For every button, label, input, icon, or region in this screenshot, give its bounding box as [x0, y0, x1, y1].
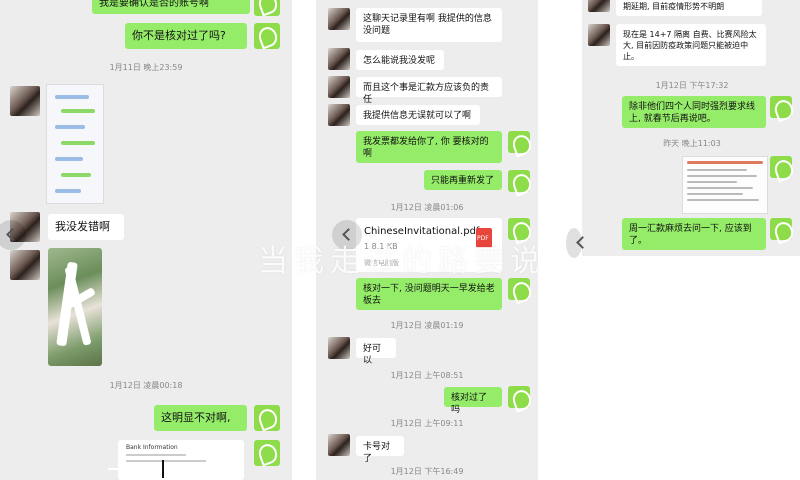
text-cursor [162, 460, 164, 478]
wechat-green-icon[interactable] [770, 96, 792, 118]
message-bubble[interactable]: 你不是核对过了吗? [125, 23, 247, 49]
timestamp: 1月12日 上午08:51 [390, 371, 464, 380]
wechat-green-icon[interactable] [254, 23, 280, 49]
timestamp: 1月12日 凌晨00:18 [109, 381, 183, 390]
message-bubble[interactable]: 卡号对了 [356, 436, 404, 464]
wechat-green-icon[interactable] [508, 386, 530, 408]
message-bubble[interactable]: 只能再重新发了 [424, 170, 502, 190]
wechat-green-icon[interactable] [508, 278, 530, 300]
message-bubble[interactable]: 周一汇款麻烦去问一下, 应该到了。 [622, 218, 766, 250]
avatar[interactable] [588, 0, 610, 12]
message-bubble[interactable]: 这明显不对啊, [154, 405, 247, 431]
wechat-green-icon[interactable] [770, 218, 792, 240]
wechat-green-icon[interactable] [254, 0, 280, 16]
message-bubble[interactable]: 期延期, 目前疫情形势不明朗 [616, 0, 762, 16]
card-title: Bank Information [126, 444, 178, 451]
timestamp: 1月11日 晚上23:59 [109, 63, 183, 72]
wechat-green-icon[interactable] [508, 170, 530, 192]
chevron-left-icon[interactable] [0, 220, 26, 250]
message-bubble[interactable]: 这聊天记录里有啊 我提供的信息没问题 [356, 8, 502, 42]
wechat-green-icon[interactable] [254, 405, 280, 431]
timestamp: 昨天 晚上11:03 [663, 139, 721, 148]
timestamp: 1月12日 下午16:49 [390, 467, 464, 476]
wechat-green-icon[interactable] [770, 156, 792, 178]
avatar[interactable] [328, 434, 350, 456]
timestamp: 1月12日 下午17:32 [655, 81, 729, 90]
bank-info-card[interactable]: Bank Information [118, 440, 244, 480]
message-bubble[interactable]: 核对一下, 没问题明天一早发给老板去 [356, 278, 502, 310]
message-bubble[interactable]: 怎么能说我没发呢 [356, 50, 444, 70]
watermark: 当我走过的路要说 [258, 244, 546, 279]
message-bubble[interactable]: 好可以 [356, 338, 396, 366]
timestamp: 1月12日 凌晨01:06 [390, 203, 464, 212]
chevron-left-icon[interactable] [566, 228, 582, 258]
avatar[interactable] [328, 8, 350, 30]
timestamp: 1月12日 凌晨01:19 [390, 321, 464, 330]
photo-thumbnail[interactable] [48, 248, 102, 366]
message-bubble[interactable]: 现在是 14+7 隔离 自费、比赛风险太大, 目前因防疫政策问题只能被迫中止。 [616, 24, 766, 66]
avatar[interactable] [328, 337, 350, 359]
message-bubble[interactable]: 而且这个事是汇款方应该负的责任 [356, 77, 502, 105]
chat-panel-3: 期延期, 目前疫情形势不明朗 现在是 14+7 隔离 自费、比赛风险太大, 目前… [582, 0, 800, 256]
message-bubble[interactable]: 我发票都发给你了, 你 要核对的啊 [356, 131, 502, 163]
avatar[interactable] [328, 104, 350, 126]
message-bubble[interactable]: 我提供信息无误就可以了啊 [356, 105, 480, 125]
caret-line [108, 468, 158, 470]
avatar[interactable] [588, 24, 610, 46]
wechat-green-icon[interactable] [254, 440, 280, 466]
timestamp: 1月12日 上午09:11 [390, 419, 464, 428]
chat-panel-1: 我是要确认是否的账号啊 你不是核对过了吗? 1月11日 晚上23:59 我没发错… [0, 0, 292, 480]
avatar[interactable] [10, 250, 40, 280]
avatar[interactable] [10, 86, 40, 116]
avatar[interactable] [328, 48, 350, 70]
avatar[interactable] [328, 76, 350, 98]
message-bubble[interactable]: 我是要确认是否的账号啊 [92, 0, 250, 14]
message-bubble[interactable]: 核对过了吗 [444, 387, 502, 415]
wechat-green-icon[interactable] [508, 131, 530, 153]
message-bubble[interactable]: 除非他们四个人同时强烈要求线上, 就春节后再说吧。 [622, 96, 766, 128]
message-bubble[interactable]: 我没发错啊 [48, 214, 124, 240]
screenshot-thumbnail[interactable] [46, 84, 104, 204]
screenshot-thumbnail[interactable] [682, 156, 768, 214]
